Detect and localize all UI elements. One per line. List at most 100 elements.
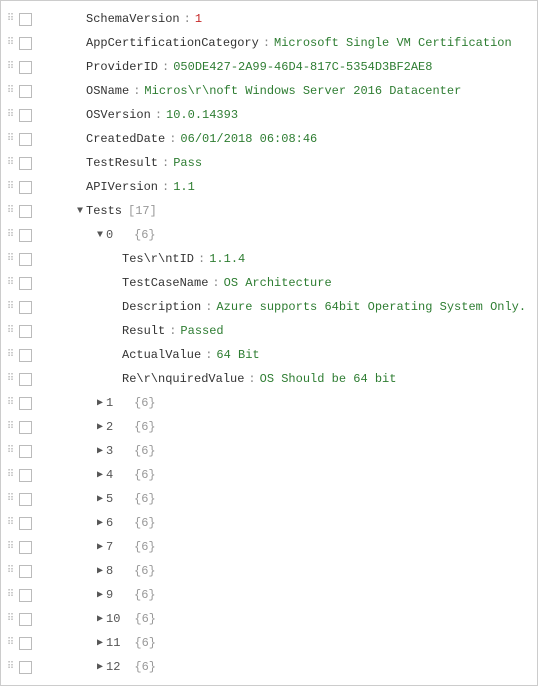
expand-toggle-icon[interactable]: ▶ xyxy=(94,613,106,625)
drag-handle-icon[interactable] xyxy=(5,229,15,241)
checkbox[interactable] xyxy=(19,469,32,482)
property-value: 1.1.4 xyxy=(209,252,245,266)
drag-handle-icon[interactable] xyxy=(5,157,15,169)
expand-toggle-icon[interactable]: ▶ xyxy=(94,661,106,673)
drag-handle-icon[interactable] xyxy=(5,277,15,289)
checkbox[interactable] xyxy=(19,349,32,362)
expand-toggle-icon[interactable]: ▶ xyxy=(94,445,106,457)
drag-handle-icon[interactable] xyxy=(5,253,15,265)
property-value: 1.1 xyxy=(173,180,195,194)
checkbox[interactable] xyxy=(19,517,32,530)
separator: : xyxy=(212,276,219,290)
array-index: 6 xyxy=(106,516,120,530)
object-size: {6} xyxy=(134,588,156,602)
checkbox[interactable] xyxy=(19,565,32,578)
expand-toggle-icon[interactable]: ▶ xyxy=(94,541,106,553)
array-item-row: ▶10{6} xyxy=(1,607,537,631)
checkbox[interactable] xyxy=(19,613,32,626)
checkbox[interactable] xyxy=(19,277,32,290)
checkbox[interactable] xyxy=(19,301,32,314)
array-index: 12 xyxy=(106,660,120,674)
drag-handle-icon[interactable] xyxy=(5,421,15,433)
drag-handle-icon[interactable] xyxy=(5,397,15,409)
checkbox[interactable] xyxy=(19,229,32,242)
expand-toggle-icon[interactable]: ▶ xyxy=(94,589,106,601)
drag-handle-icon[interactable] xyxy=(5,589,15,601)
expand-toggle-icon[interactable]: ▶ xyxy=(94,421,106,433)
drag-handle-icon[interactable] xyxy=(5,109,15,121)
checkbox[interactable] xyxy=(19,373,32,386)
property-value: 10.0.14393 xyxy=(166,108,238,122)
drag-handle-icon[interactable] xyxy=(5,613,15,625)
drag-handle-icon[interactable] xyxy=(5,205,15,217)
array-index: 7 xyxy=(106,540,120,554)
drag-handle-icon[interactable] xyxy=(5,349,15,361)
json-tree-viewer: SchemaVersion:1AppCertificationCategory:… xyxy=(0,0,538,686)
property-key: TestResult xyxy=(86,156,158,170)
checkbox[interactable] xyxy=(19,397,32,410)
drag-handle-icon[interactable] xyxy=(5,325,15,337)
expand-toggle-icon[interactable]: ▼ xyxy=(94,230,106,241)
drag-handle-icon[interactable] xyxy=(5,517,15,529)
checkbox[interactable] xyxy=(19,541,32,554)
property-value: OS Architecture xyxy=(224,276,332,290)
drag-handle-icon[interactable] xyxy=(5,301,15,313)
drag-handle-icon[interactable] xyxy=(5,469,15,481)
expand-toggle-icon[interactable]: ▶ xyxy=(94,493,106,505)
expand-toggle-icon[interactable]: ▶ xyxy=(94,637,106,649)
checkbox[interactable] xyxy=(19,109,32,122)
checkbox[interactable] xyxy=(19,325,32,338)
checkbox[interactable] xyxy=(19,253,32,266)
checkbox[interactable] xyxy=(19,13,32,26)
drag-handle-icon[interactable] xyxy=(5,37,15,49)
checkbox[interactable] xyxy=(19,493,32,506)
drag-handle-icon[interactable] xyxy=(5,13,15,25)
test0-prop-row: Result:Passed xyxy=(1,319,537,343)
array-item-row: ▶9{6} xyxy=(1,583,537,607)
checkbox[interactable] xyxy=(19,157,32,170)
drag-handle-icon[interactable] xyxy=(5,133,15,145)
property-key: OSVersion xyxy=(86,108,151,122)
expand-toggle-icon[interactable]: ▶ xyxy=(94,565,106,577)
checkbox[interactable] xyxy=(19,589,32,602)
expand-toggle-icon[interactable]: ▶ xyxy=(94,469,106,481)
test0-prop-row: TestCaseName:OS Architecture xyxy=(1,271,537,295)
checkbox[interactable] xyxy=(19,181,32,194)
drag-handle-icon[interactable] xyxy=(5,181,15,193)
checkbox[interactable] xyxy=(19,445,32,458)
drag-handle-icon[interactable] xyxy=(5,541,15,553)
separator: : xyxy=(162,60,169,74)
drag-handle-icon[interactable] xyxy=(5,85,15,97)
drag-handle-icon[interactable] xyxy=(5,637,15,649)
object-size: {6} xyxy=(134,612,156,626)
property-key: Description xyxy=(122,300,201,314)
drag-handle-icon[interactable] xyxy=(5,661,15,673)
drag-handle-icon[interactable] xyxy=(5,373,15,385)
checkbox[interactable] xyxy=(19,37,32,50)
drag-handle-icon[interactable] xyxy=(5,565,15,577)
array-index: 0 xyxy=(106,228,120,242)
drag-handle-icon[interactable] xyxy=(5,61,15,73)
checkbox[interactable] xyxy=(19,61,32,74)
expand-toggle-icon[interactable]: ▶ xyxy=(94,517,106,529)
array-index: 4 xyxy=(106,468,120,482)
property-key: Tests xyxy=(86,204,122,218)
array-item-row: ▶4{6} xyxy=(1,463,537,487)
expand-toggle-icon[interactable]: ▶ xyxy=(94,397,106,409)
checkbox[interactable] xyxy=(19,85,32,98)
drag-handle-icon[interactable] xyxy=(5,493,15,505)
object-size: {6} xyxy=(134,564,156,578)
checkbox[interactable] xyxy=(19,421,32,434)
object-size: {6} xyxy=(134,492,156,506)
expand-toggle-icon[interactable]: ▼ xyxy=(74,206,86,217)
property-key: Re\r\nquiredValue xyxy=(122,372,244,386)
checkbox[interactable] xyxy=(19,205,32,218)
checkbox[interactable] xyxy=(19,661,32,674)
checkbox[interactable] xyxy=(19,133,32,146)
drag-handle-icon[interactable] xyxy=(5,445,15,457)
array-index: 1 xyxy=(106,396,120,410)
root-prop-row: OSName:Micros\r\noft Windows Server 2016… xyxy=(1,79,537,103)
property-value: 1 xyxy=(195,12,202,26)
separator: : xyxy=(169,324,176,338)
checkbox[interactable] xyxy=(19,637,32,650)
